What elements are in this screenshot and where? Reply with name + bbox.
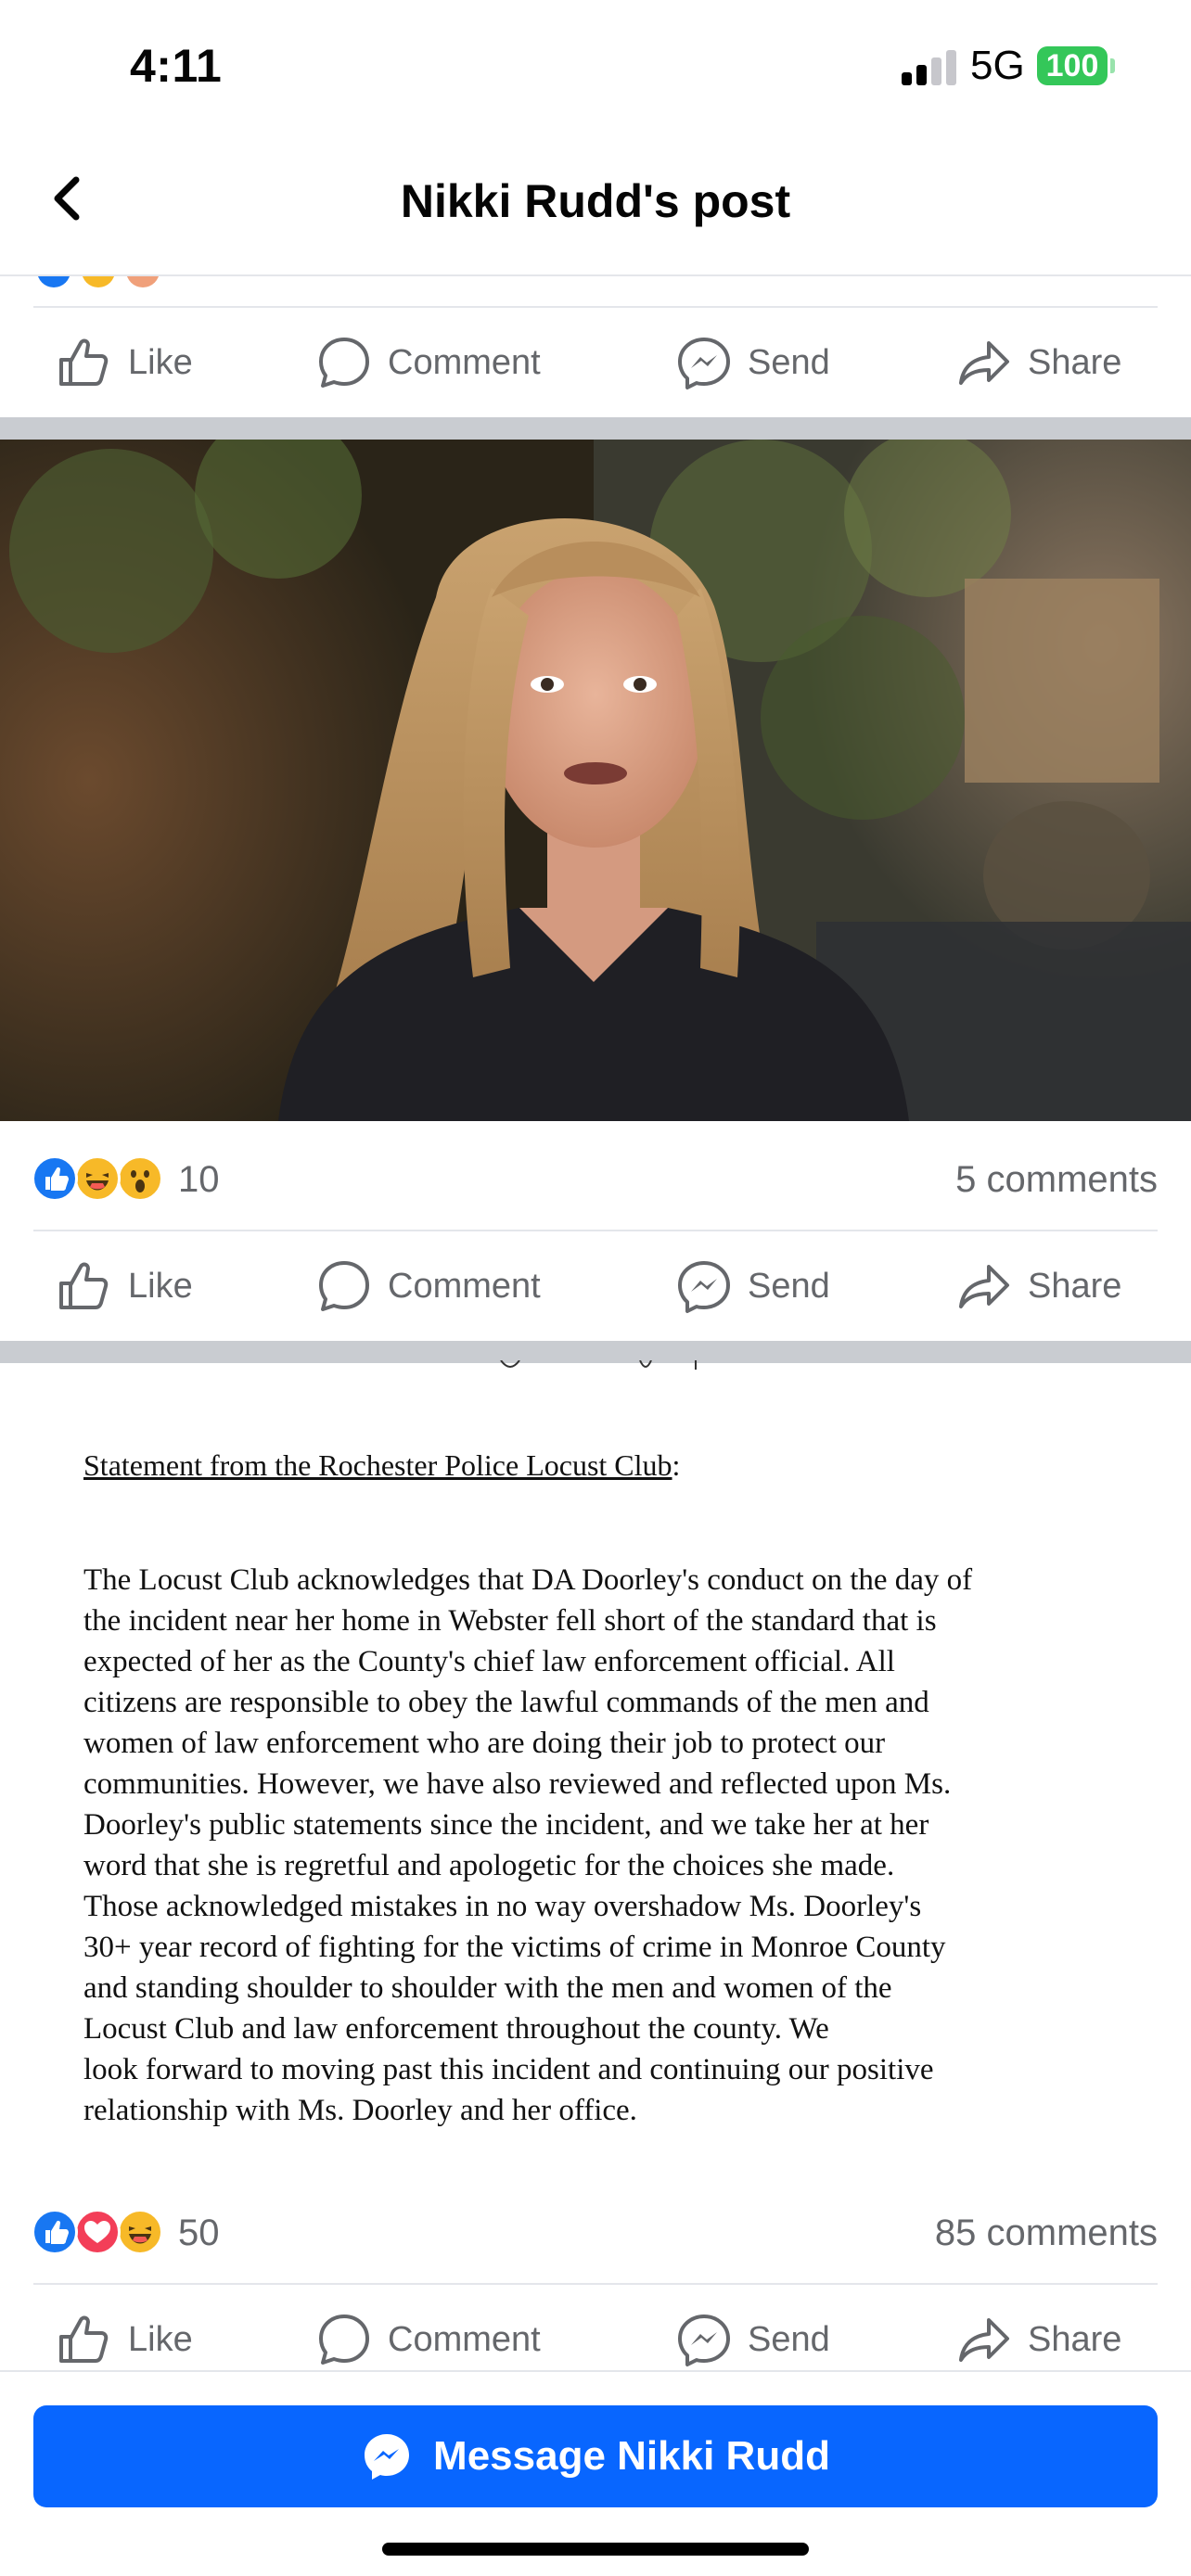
like-button[interactable]: Like — [56, 2285, 193, 2370]
comment-button[interactable]: Comment — [315, 308, 541, 417]
send-label: Send — [748, 2319, 830, 2359]
post-separator — [0, 417, 1191, 440]
comment-button[interactable]: Comment — [315, 2285, 541, 2370]
post-video-thumbnail[interactable] — [0, 440, 1191, 1121]
comments-count[interactable]: 85 comments — [935, 2209, 1158, 2257]
status-bar: 4:11 5G 100 — [0, 0, 1191, 130]
like-reaction-icon — [32, 1155, 78, 1202]
comment-button[interactable]: Comment — [315, 1231, 541, 1341]
cellular-signal-icon — [902, 48, 957, 85]
reaction-count: 50 — [178, 2213, 220, 2253]
comment-icon — [319, 2315, 369, 2365]
comment-label: Comment — [388, 1266, 541, 1306]
share-label: Share — [1028, 1266, 1122, 1306]
home-indicator[interactable] — [382, 2543, 809, 2556]
share-button[interactable]: Share — [955, 1231, 1121, 1341]
document-heading: Statement from the Rochester Police Locu… — [83, 1448, 681, 1482]
reactions-summary[interactable]: 50 85 comments — [0, 2181, 1191, 2283]
action-bar: Like Comment Send Share — [0, 308, 1191, 417]
send-button[interactable]: Send — [675, 308, 830, 417]
comment-label: Comment — [388, 342, 541, 382]
share-label: Share — [1028, 2319, 1122, 2359]
document-body: The Locust Club acknowledges that DA Doo… — [83, 1563, 973, 2127]
battery-tip — [1110, 58, 1115, 73]
status-time: 4:11 — [130, 40, 223, 92]
send-label: Send — [748, 342, 830, 382]
messenger-icon — [678, 1261, 730, 1313]
message-page-button[interactable]: Message Nikki Rudd — [33, 2405, 1158, 2507]
previous-reactions-peek — [0, 276, 1191, 306]
share-button[interactable]: Share — [955, 2285, 1121, 2370]
message-button-label: Message Nikki Rudd — [433, 2433, 830, 2479]
share-icon — [959, 2318, 1009, 2362]
haha-reaction-icon — [74, 1155, 121, 1202]
share-icon — [959, 1265, 1009, 1308]
page-title: Nikki Rudd's post — [400, 175, 791, 227]
share-button[interactable]: Share — [955, 308, 1121, 417]
like-button[interactable]: Like — [56, 308, 193, 417]
like-button[interactable]: Like — [56, 1231, 193, 1341]
bottom-bar: Message Nikki Rudd — [0, 2370, 1191, 2576]
haha-reaction-icon — [117, 2209, 163, 2255]
messenger-icon — [678, 338, 730, 389]
comment-icon — [319, 1261, 369, 1311]
send-button[interactable]: Send — [675, 1231, 830, 1341]
share-label: Share — [1028, 342, 1122, 382]
comment-icon — [319, 338, 369, 388]
like-label: Like — [128, 342, 193, 382]
send-button[interactable]: Send — [675, 2285, 830, 2370]
network-type: 5G — [970, 43, 1025, 88]
like-label: Like — [128, 2319, 193, 2359]
thumbs-up-icon — [59, 1262, 109, 1309]
like-reaction-icon — [32, 2209, 78, 2255]
thumbs-up-icon — [59, 2315, 109, 2363]
action-bar: Like Comment Send Share — [0, 2285, 1191, 2370]
reaction-count: 10 — [178, 1159, 220, 1200]
cropped-text-fragment — [482, 1352, 761, 1386]
send-label: Send — [748, 1266, 830, 1306]
like-label: Like — [128, 1266, 193, 1306]
thumbs-up-icon — [59, 338, 109, 386]
video-frame-image — [0, 440, 1191, 1121]
comments-count[interactable]: 5 comments — [955, 1155, 1158, 1204]
action-bar: Like Comment Send Share — [0, 1231, 1191, 1341]
post-document-image[interactable]: Statement from the Rochester Police Locu… — [0, 1359, 1191, 2142]
love-reaction-icon — [74, 2209, 121, 2255]
share-icon — [959, 341, 1009, 385]
wow-reaction-icon — [117, 1155, 163, 1202]
reactions-summary[interactable]: 10 5 comments — [0, 1128, 1191, 1230]
messenger-icon — [365, 2434, 410, 2480]
messenger-icon — [678, 2315, 730, 2366]
battery-icon: 100 — [1037, 46, 1108, 85]
comment-label: Comment — [388, 2319, 541, 2359]
navigation-bar: Nikki Rudd's post — [0, 130, 1191, 276]
